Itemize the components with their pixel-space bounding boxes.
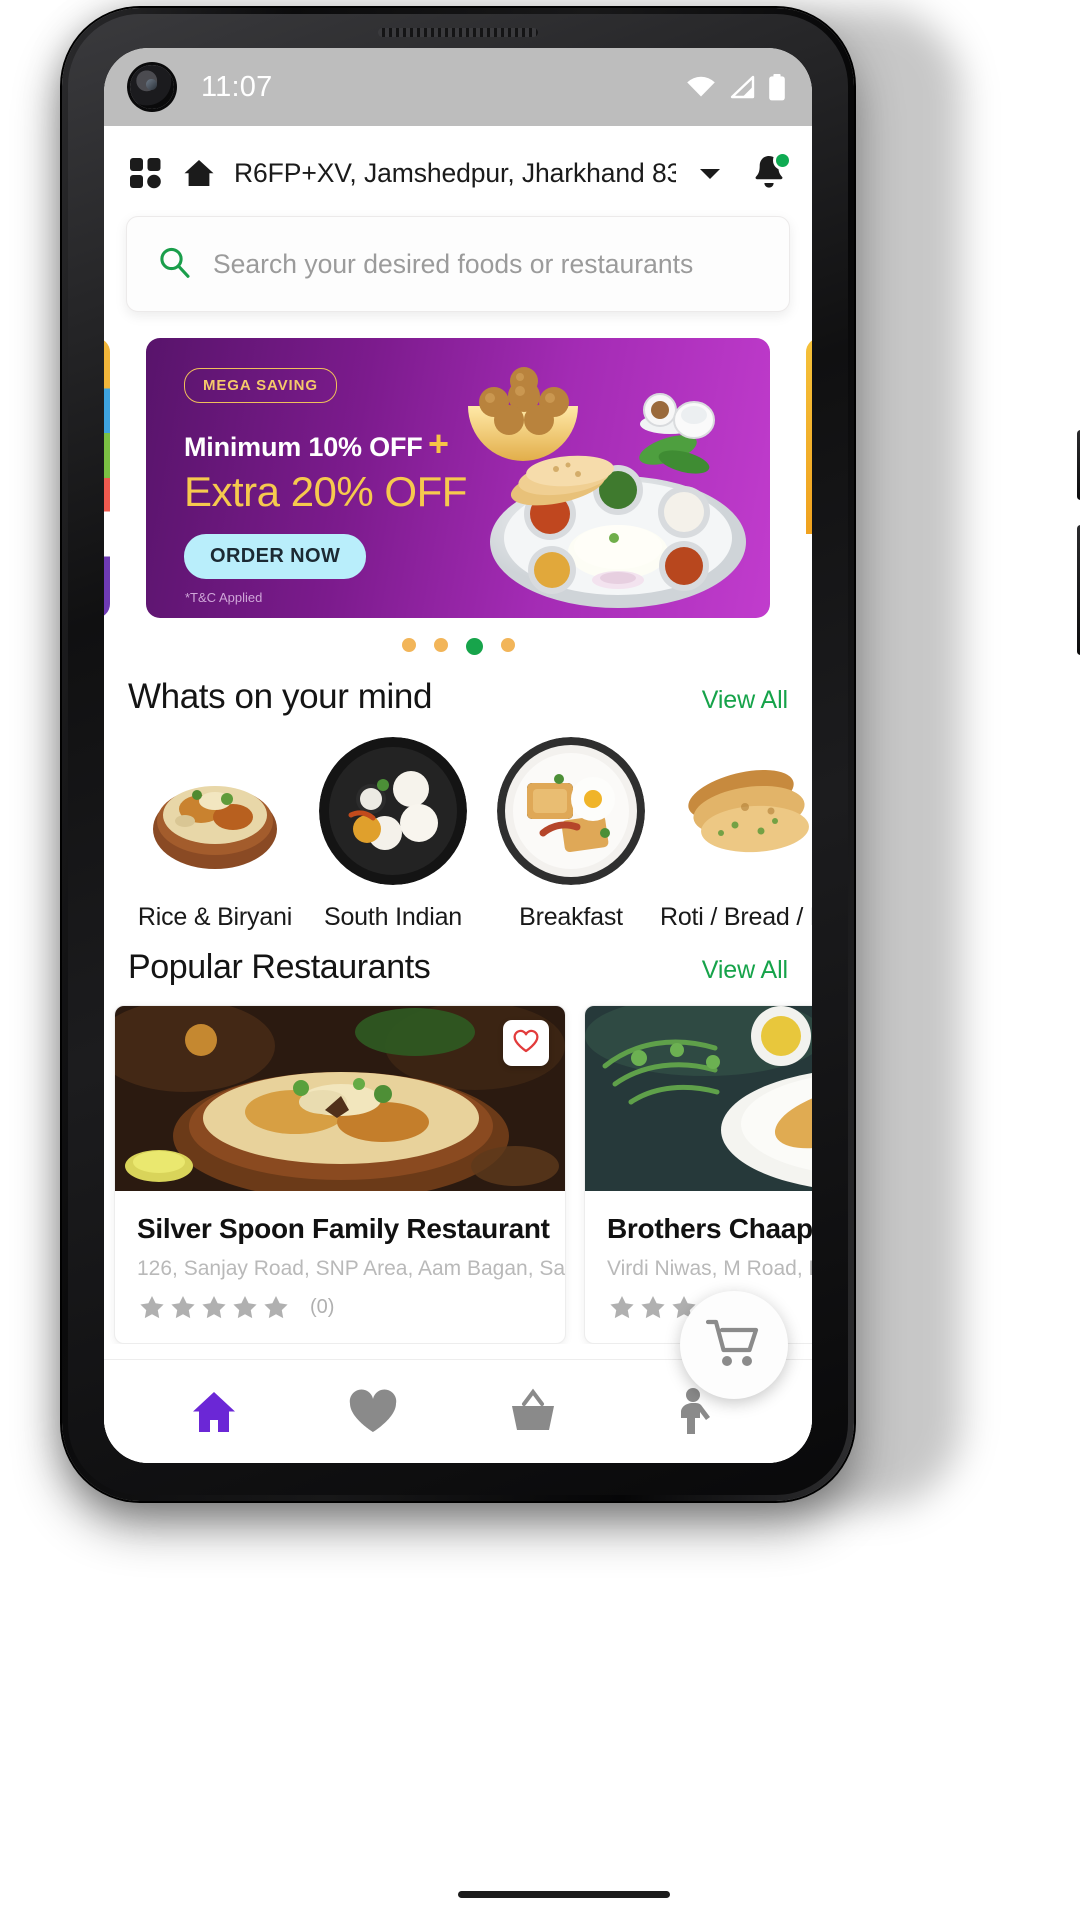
category-image [319, 737, 467, 885]
banner-line-1: Minimum 10% OFF [184, 432, 423, 462]
category-label: South Indian [324, 903, 462, 931]
screenshot-root: 11:07 R6FP+XV, Jamshedpur, Jharkhand 83 … [0, 0, 1080, 1920]
category-image [497, 737, 645, 885]
status-bar: 11:07 [104, 48, 812, 126]
grid-icon[interactable] [128, 155, 164, 191]
promo-banner[interactable]: MEGA SAVING Minimum 10% OFF + Extra 20% … [146, 338, 770, 618]
app-content: R6FP+XV, Jamshedpur, Jharkhand 831012, I… [104, 126, 812, 1463]
carousel-dot-1[interactable] [401, 638, 416, 652]
carousel-next-slide[interactable] [806, 338, 812, 618]
category-item-south-indian[interactable]: South Indian [304, 737, 482, 932]
category-list[interactable]: Rice & Biryani South Indian Breakfast Ro… [104, 717, 812, 932]
banner-tag: MEGA SAVING [184, 368, 337, 403]
category-label: Breakfast [519, 903, 623, 931]
category-image [675, 737, 812, 885]
earpiece-speaker [378, 28, 538, 37]
whats-on-your-mind-header: Whats on your mind View All [104, 655, 812, 717]
nav-item-home[interactable] [175, 1382, 253, 1442]
delivery-location-label[interactable]: R6FP+XV, Jamshedpur, Jharkhand 831012, I… [234, 158, 676, 189]
cart-fab-button[interactable] [680, 1291, 788, 1399]
chevron-down-icon[interactable] [695, 158, 725, 188]
restaurant-card[interactable]: Silver Spoon Family Restaurant 126, Sanj… [114, 1005, 566, 1344]
restaurant-name: Brothers Chaap, [607, 1213, 812, 1244]
star-rating-icons [140, 1296, 288, 1319]
notification-badge [773, 151, 792, 170]
carousel-prev-slide[interactable] [104, 338, 110, 618]
category-label: Roti / Bread / N… [660, 903, 812, 931]
category-image [141, 737, 289, 885]
carousel-dots[interactable] [104, 638, 812, 655]
category-label: Rice & Biryani [137, 903, 293, 931]
heart-icon [350, 1389, 397, 1432]
restaurant-list[interactable]: Silver Spoon Family Restaurant 126, Sanj… [104, 987, 812, 1344]
banner-plus-sign: + [428, 423, 450, 464]
nav-item-orders[interactable] [494, 1382, 572, 1442]
search-section: Search your desired foods or restaurants [104, 214, 812, 312]
favourite-button[interactable] [503, 1020, 549, 1066]
home-icon[interactable] [181, 155, 217, 191]
restaurant-name: Silver Spoon Family Restaurant [137, 1213, 550, 1244]
heart-icon [513, 1029, 539, 1058]
restaurant-address: Virdi Niwas, M Road, Bis… [607, 1257, 812, 1280]
wifi-icon [686, 75, 716, 99]
phone-screen: 11:07 R6FP+XV, Jamshedpur, Jharkhand 83 … [104, 48, 812, 1463]
restaurant-card[interactable]: Brothers Chaap, Virdi Niwas, M Road, Bis… [584, 1005, 812, 1344]
restaurant-image [115, 1006, 565, 1200]
carousel-dot-2[interactable] [433, 638, 448, 652]
search-icon [157, 245, 191, 284]
carousel-dot-3-active[interactable] [465, 638, 483, 655]
home-icon [192, 1391, 235, 1432]
restaurant-rating: (0) [115, 1281, 565, 1343]
nav-item-favourites[interactable] [334, 1382, 412, 1442]
view-all-restaurants-link[interactable]: View All [702, 956, 788, 985]
carousel-dot-4[interactable] [500, 638, 515, 652]
view-all-categories-link[interactable]: View All [702, 686, 788, 715]
cellular-signal-icon [729, 75, 755, 99]
section-title: Whats on your mind [128, 677, 433, 716]
person-icon [681, 1387, 711, 1434]
restaurant-address: 126, Sanjay Road, SNP Area, Aam Bagan, S… [137, 1257, 565, 1280]
category-item-breakfast[interactable]: Breakfast [482, 737, 660, 932]
search-input[interactable]: Search your desired foods or restaurants [213, 249, 693, 280]
restaurant-image [585, 1006, 812, 1191]
banner-line-2: Extra 20% OFF [184, 468, 467, 515]
battery-icon [768, 73, 786, 101]
category-item-rice-biryani[interactable]: Rice & Biryani [126, 737, 304, 932]
search-bar[interactable]: Search your desired foods or restaurants [126, 216, 790, 312]
banner-terms: *T&C Applied [185, 590, 263, 605]
banner-food-image [468, 367, 746, 608]
shopping-cart-icon [705, 1317, 762, 1374]
rating-count: (0) [310, 1295, 335, 1318]
order-now-button[interactable]: ORDER NOW [184, 534, 367, 579]
section-title: Popular Restaurants [128, 948, 431, 986]
promo-carousel[interactable]: MEGA SAVING Minimum 10% OFF + Extra 20% … [104, 338, 812, 618]
gesture-navigation-bar [458, 1891, 670, 1898]
front-camera-icon [130, 65, 174, 109]
popular-restaurants-header: Popular Restaurants View All [104, 932, 812, 987]
basket-icon [511, 1388, 554, 1430]
category-item-roti-bread[interactable]: Roti / Bread / N… [660, 737, 812, 932]
app-header: R6FP+XV, Jamshedpur, Jharkhand 831012, I… [104, 126, 812, 214]
status-bar-clock: 11:07 [201, 70, 273, 103]
notification-bell-icon[interactable] [748, 151, 792, 194]
status-bar-icons [686, 73, 786, 101]
